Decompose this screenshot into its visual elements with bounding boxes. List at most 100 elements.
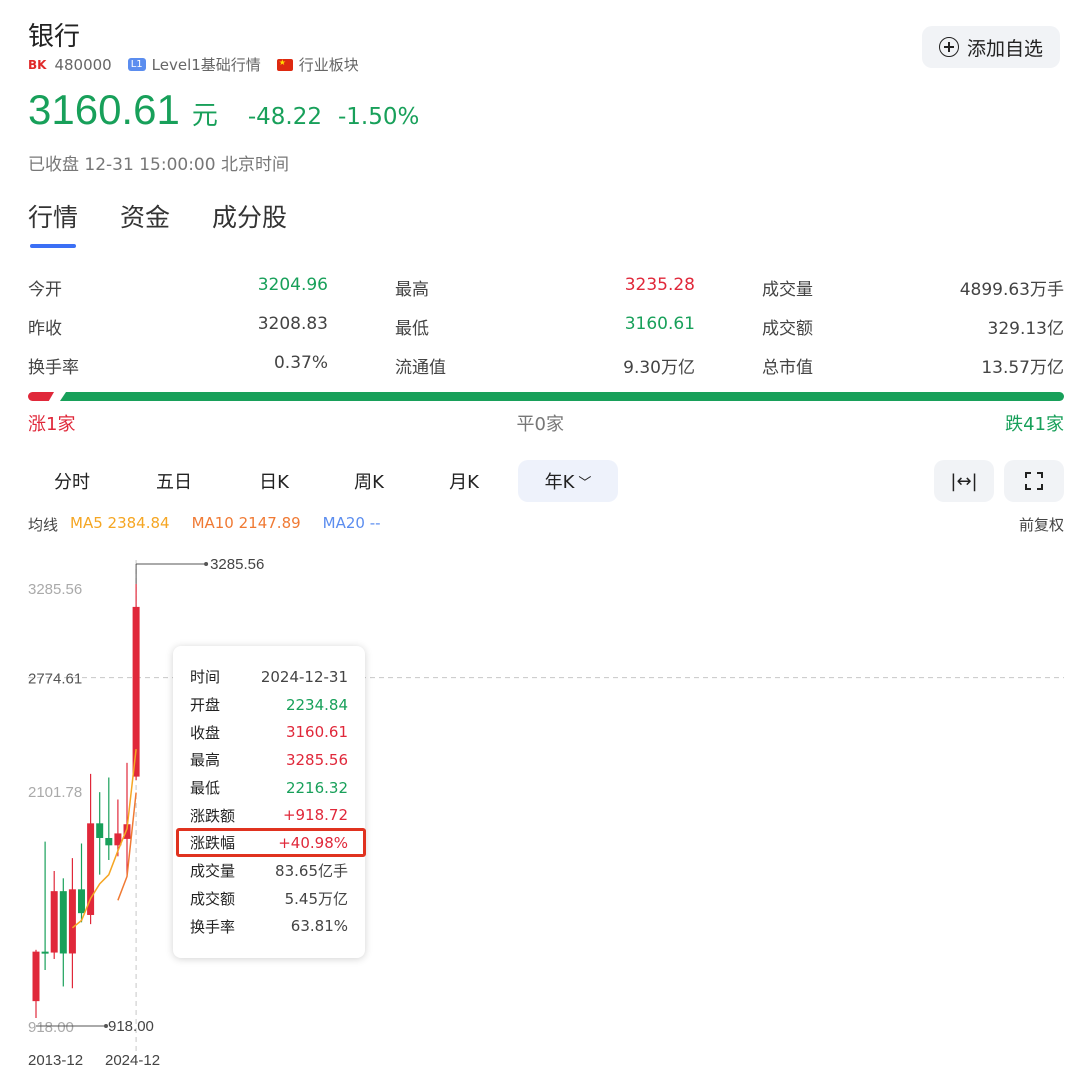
price-change-pct: -1.50% [338,104,420,130]
stat-label: 流通值 [395,358,446,378]
stat-value: 3235.28 [624,275,695,295]
tooltip-value: +918.72 [282,806,348,825]
sector-text: 行业板块 [298,56,359,74]
breadth-labels: 涨1家 平0家 跌41家 [28,410,1064,436]
tooltip-label: 涨跌额 [190,806,236,825]
tooltip-label: 时间 [190,668,221,687]
kline-chart[interactable]: 3285.56 2774.61 2101.78 918.00 3285.56 918.00… [0,540,1080,1077]
tooltip-value: 83.65亿手 [275,862,348,881]
breadth-down-label: 跌41家 [1005,414,1064,435]
market-status: 已收盘 12-31 15:00:00 北京时间 [28,155,289,175]
tooltip-row: 收盘 3160.61 [190,718,348,746]
current-price: 3160.61 [28,86,180,133]
candle-body [50,891,58,953]
x-axis-tick-label: 2024-12 [105,1052,160,1069]
period-tab-5day[interactable]: 五日 [116,460,232,502]
breadth-down-segment [60,392,1064,401]
tab-constituents[interactable]: 成分股 [212,198,287,234]
stats-row: 今开 3204.96 最高 3235.28 成交量 4899.63万手 [28,268,1064,307]
main-tabs: 行情 资金 成分股 [28,198,329,248]
y-axis-tick-label: 2774.61 [28,671,82,688]
stat-value: 9.30万亿 [623,358,695,378]
tooltip-label: 最高 [190,751,221,770]
tooltip-label: 开盘 [190,696,221,715]
period-tab-weekly[interactable]: 周K [316,460,422,502]
tooltip-row: 换手率 63.81% [190,912,348,940]
security-meta: BK 480000 L1 Level1基础行情 行业板块 [28,54,359,75]
plus-circle-icon [938,37,959,57]
stat-label: 今开 [28,280,62,300]
stat-cell: 总市值 13.57万亿 [762,353,1064,378]
stat-cell: 最低 3160.61 [395,314,762,339]
add-watchlist-button[interactable]: 添加自选 [922,26,1060,68]
candle-body [41,951,49,954]
chevron-down-icon: ﹀ [578,475,592,491]
highlight-box [176,828,366,857]
tooltip-value: 63.81% [290,917,348,936]
tooltip-label: 成交额 [190,889,236,908]
candle-body [32,951,40,1002]
add-watchlist-label: 添加自选 [966,37,1043,60]
stat-cell: 最高 3235.28 [395,275,762,300]
tooltip-value: 2216.32 [285,778,348,797]
y-axis-tick-label: 2101.78 [28,784,82,801]
period-tab-daily[interactable]: 日K [232,460,316,502]
price-change: -48.22 [247,104,322,130]
stat-label: 换手率 [28,358,79,378]
level-text: Level1基础行情 [151,56,261,74]
stat-value: 3208.83 [257,314,328,334]
price-unit: 元 [191,101,218,131]
breadth-up-label: 涨1家 [28,414,76,435]
period-tab-monthly[interactable]: 月K [422,460,506,502]
tooltip-row: 时间 2024-12-31 [190,663,348,691]
period-tab-yearly[interactable]: 年K ﹀ [518,460,618,502]
tooltip-row: 最低 2216.32 [190,774,348,802]
candle-body [87,823,95,915]
stats-row: 换手率 0.37% 流通值 9.30万亿 总市值 13.57万亿 [28,346,1064,385]
tooltip-value: 3160.61 [285,723,348,742]
fullscreen-icon [1025,472,1043,490]
ma5-value: MA5 2384.84 [70,514,170,532]
min-price-label: 918.00 [108,1018,154,1035]
breadth-flat-label: 平0家 [516,414,564,435]
stat-value: 3204.96 [257,275,328,295]
ma20-value: MA20 -- [322,514,381,532]
stat-value: 13.57万亿 [981,358,1064,378]
tooltip-value: 2024-12-31 [260,667,348,686]
tooltip-row: 成交额 5.45万亿 [190,885,348,913]
ma-legend: 均线 MA5 2384.84 MA10 2147.89 MA20 -- 前复权 [28,514,1064,535]
stat-label: 最低 [395,319,429,339]
stat-value: 3160.61 [624,314,695,334]
candle-body [96,823,104,838]
stat-label: 成交额 [762,319,813,339]
tooltip-value: 3285.56 [285,750,348,769]
security-code: 480000 [54,55,112,74]
candle-body [78,889,85,914]
x-axis-tick-label: 2013-12 [28,1052,83,1069]
max-price-label: 3285.56 [210,556,264,573]
stat-cell: 昨收 3208.83 [28,314,395,339]
tooltip-row: 涨跌额 +918.72 [190,801,348,829]
tooltip-label: 收盘 [190,723,221,742]
adjust-mode-toggle[interactable]: 前复权 [1019,514,1064,535]
level1-icon: L1 [127,58,146,71]
period-tab-intraday[interactable]: 分时 [28,460,116,502]
stat-label: 昨收 [28,319,62,339]
tab-quote[interactable]: 行情 [28,198,78,248]
tab-fund-flow[interactable]: 资金 [120,198,170,234]
stat-cell: 成交量 4899.63万手 [762,275,1064,300]
fullscreen-button[interactable] [1004,460,1064,502]
ma-label: 均线 [28,516,59,534]
tooltip-label: 成交量 [190,862,236,881]
market-badge: BK [28,57,47,72]
fit-width-icon: |↔| [950,470,978,492]
price-row: 3160.61 元 -48.22 -1.50% [28,86,419,134]
fit-width-button[interactable]: |↔| [934,460,994,502]
candle-body [105,837,113,846]
stats-grid: 今开 3204.96 最高 3235.28 成交量 4899.63万手昨收 3208.83 最… [28,268,1064,385]
stat-cell: 流通值 9.30万亿 [395,353,762,378]
stat-cell: 换手率 0.37% [28,353,395,378]
candle-body [68,889,76,954]
stat-label: 最高 [395,280,429,300]
stat-value: 4899.63万手 [959,280,1064,300]
